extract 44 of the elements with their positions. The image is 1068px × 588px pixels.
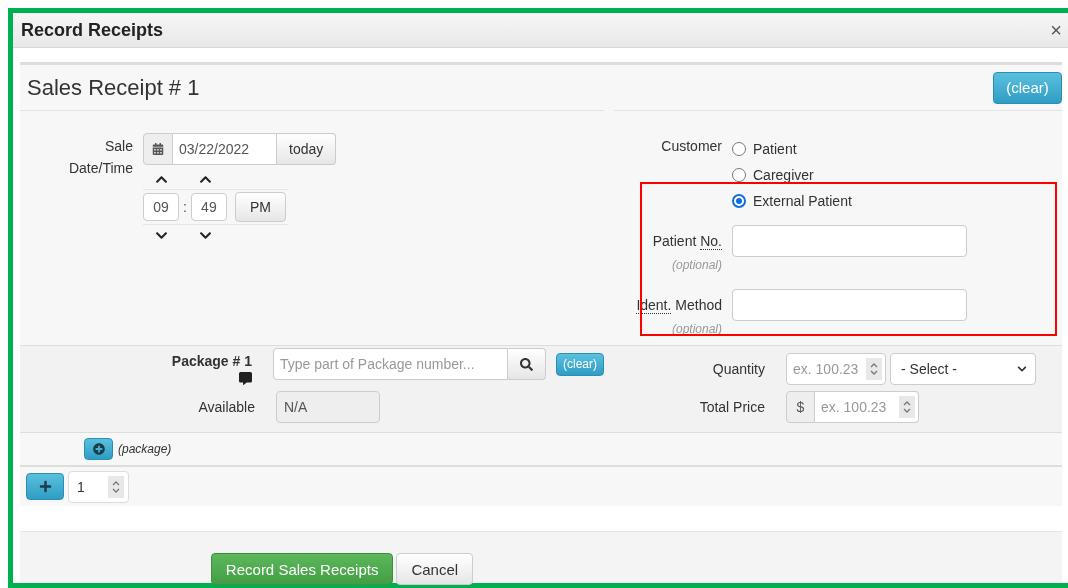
plus-icon [38,480,52,493]
chevron-down-icon [1017,364,1027,374]
hour-field[interactable]: 09 [143,193,179,221]
search-button[interactable] [508,348,546,380]
period-button[interactable]: PM [234,192,286,222]
radio-icon[interactable] [732,194,746,208]
count-field[interactable]: 1 [68,470,129,503]
today-button[interactable]: today [277,133,337,165]
add-package-button[interactable] [84,438,113,460]
field-label: Patient No. [652,233,722,249]
radio-icon[interactable] [732,168,746,182]
spinner-icon[interactable] [108,475,124,498]
radio-option[interactable]: Caregiver [732,165,852,185]
field-label: Available [198,399,255,415]
field-label: Sale Date/Time [67,137,133,178]
text-field[interactable] [732,289,967,321]
spinner-icon[interactable] [899,396,915,418]
field-label: Total Price [699,399,765,415]
add-button[interactable] [26,473,64,500]
minute-field[interactable]: 49 [190,193,227,221]
field-label: Customer [661,138,722,154]
close-button[interactable]: × [1048,20,1064,40]
optional-hint: (optional) [671,258,722,272]
optional-hint: (optional) [671,322,722,336]
package-search-field[interactable]: Type part of Package number... [273,348,508,380]
receipt-title: Sales Receipt # 1 [27,74,200,101]
cancel-button[interactable]: Cancel [396,553,474,585]
time-separator: : [183,199,187,215]
date-field[interactable]: 03/22/2022 [173,133,277,165]
radio-option[interactable]: External Patient [732,191,852,211]
radio-option[interactable]: Patient [732,139,852,159]
package-label: Package # 1 [171,353,252,369]
add-package-label: (package) [118,442,172,456]
available-field: N/A [276,391,380,423]
search-icon [520,357,533,371]
calendar-icon [143,133,173,165]
radio-icon[interactable] [732,142,746,156]
unit-select[interactable]: - Select - [890,353,1036,385]
comment-icon[interactable] [239,372,252,385]
spinner-icon[interactable] [866,358,882,380]
dialog-title: Record Receipts [21,19,164,41]
currency-addon: $ [786,391,815,423]
field-label: Quantity [712,361,765,377]
text-field[interactable] [732,225,967,257]
